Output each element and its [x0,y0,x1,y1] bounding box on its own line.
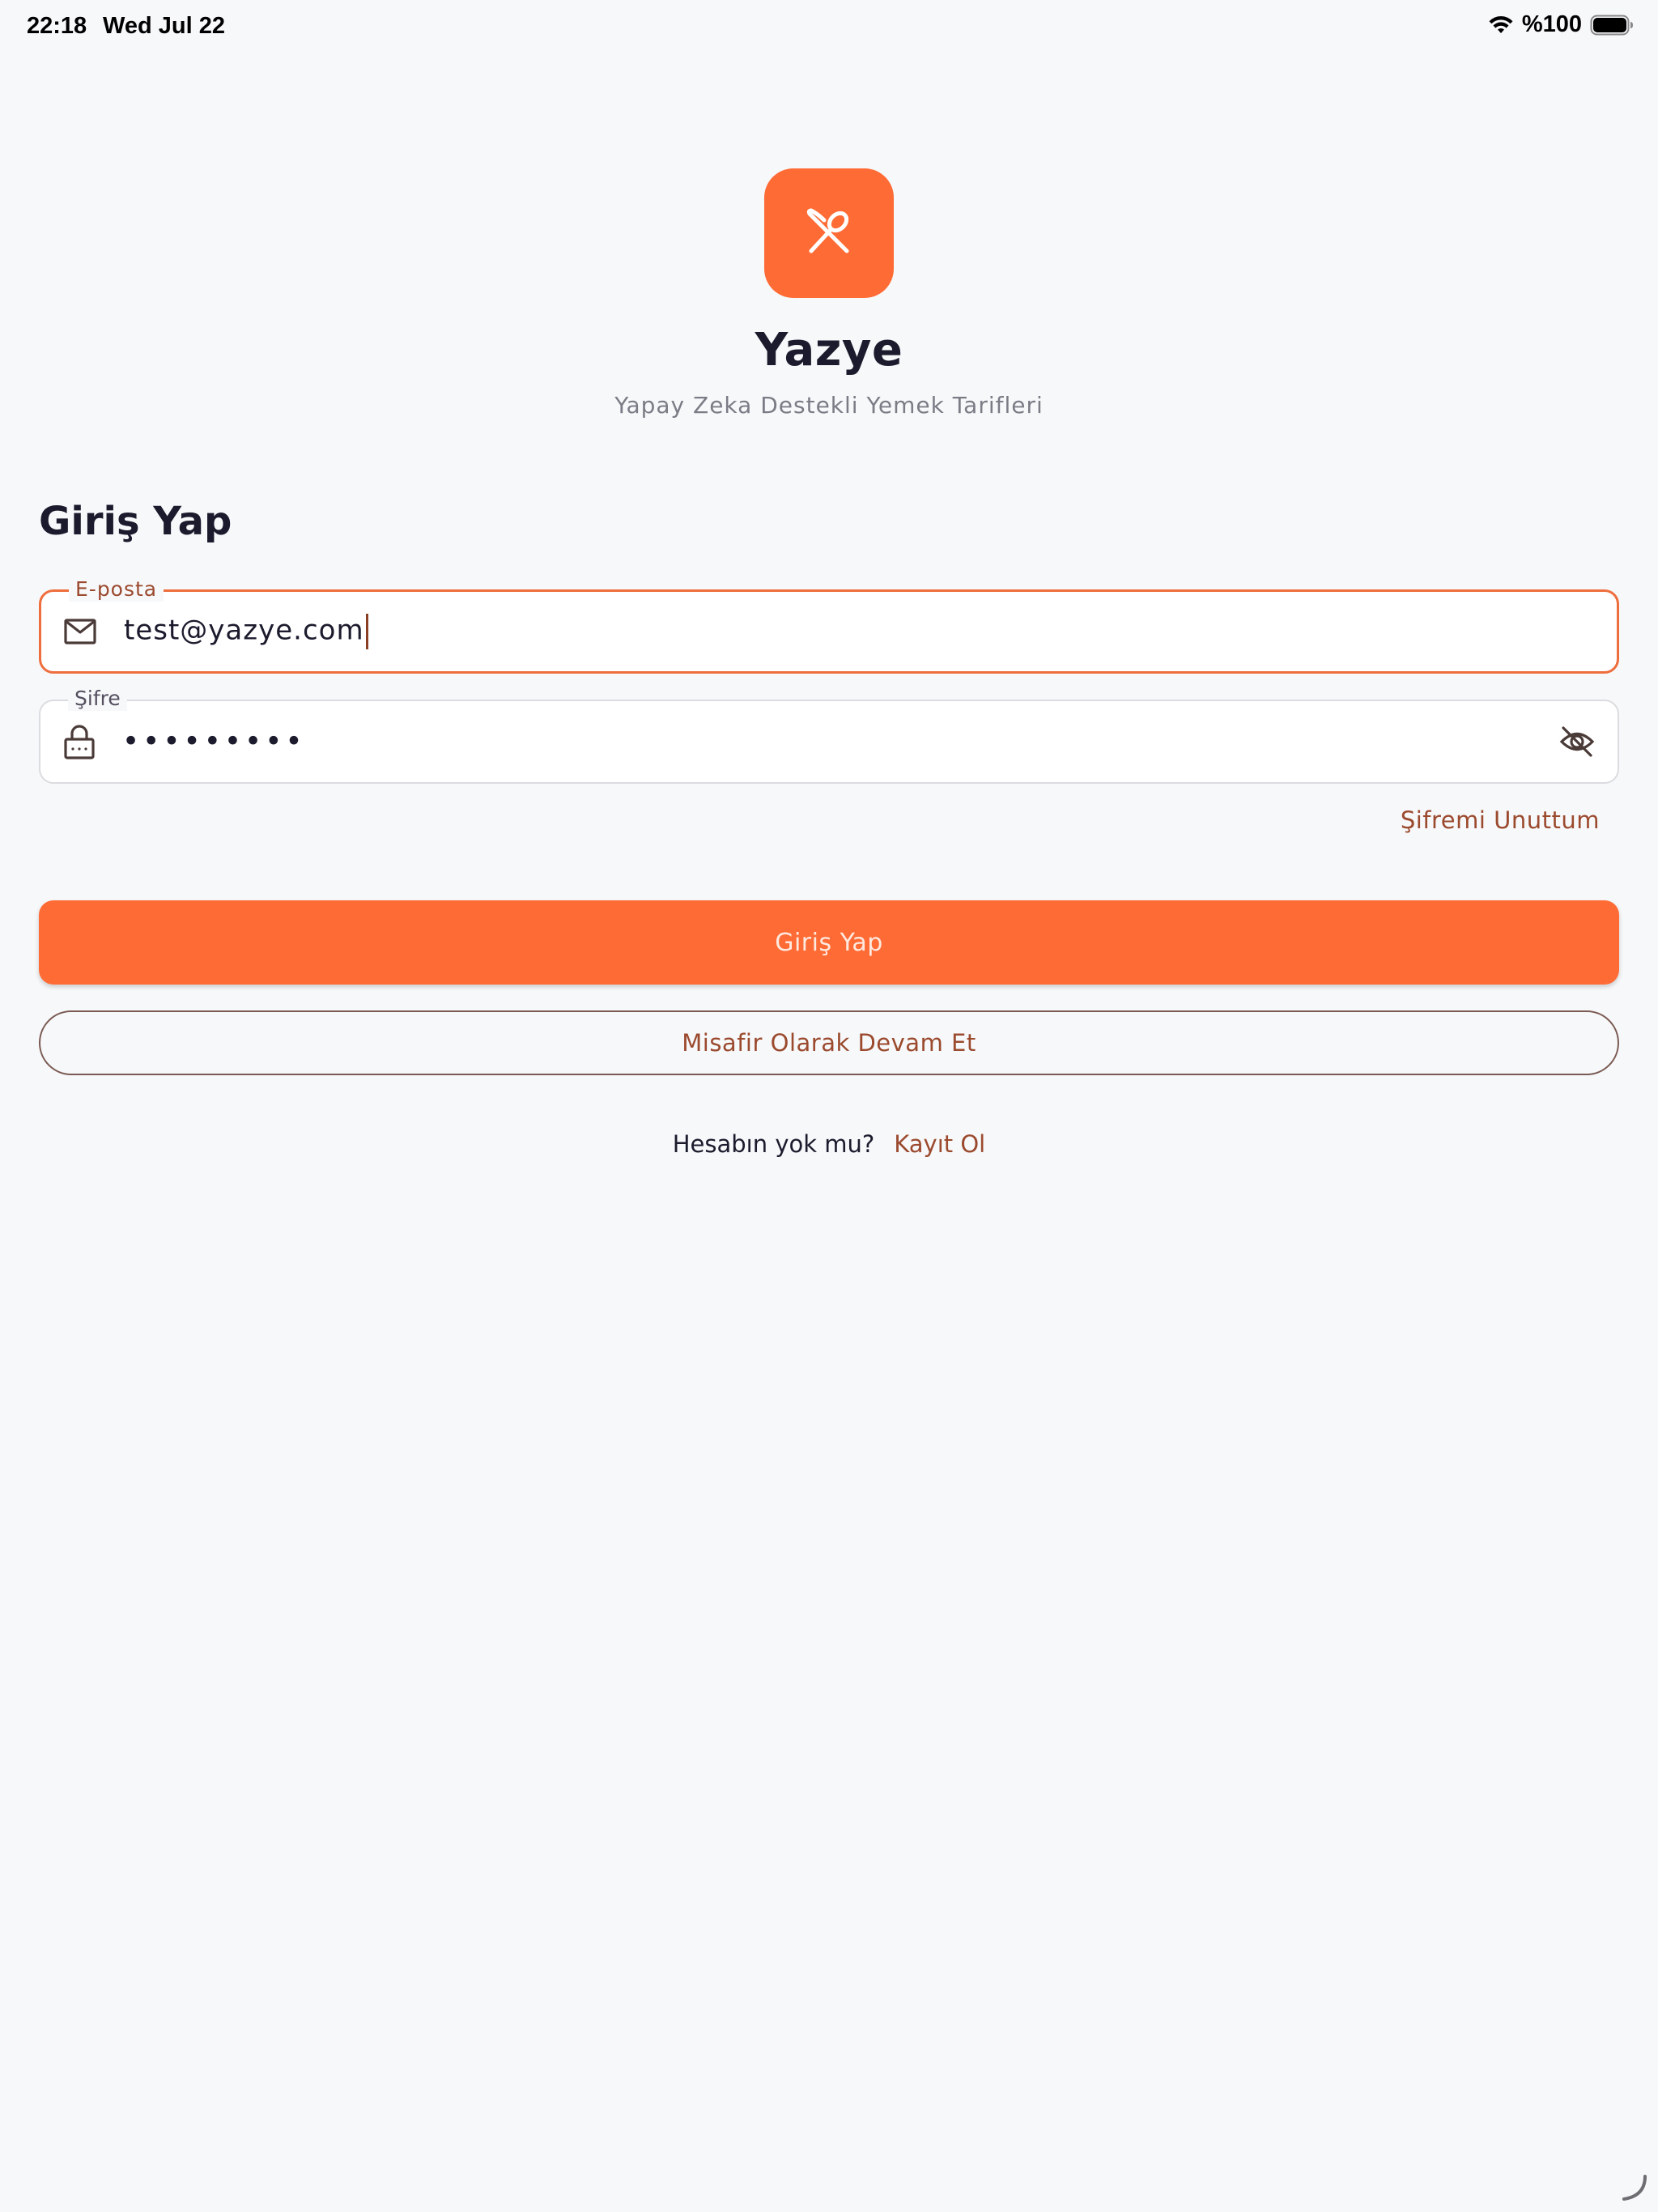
battery-icon [1590,15,1634,36]
app-title: Yazye [755,324,903,376]
register-prompt: Hesabın yok mu? [672,1130,875,1158]
password-field-label: Şifre [68,687,127,711]
password-field[interactable]: Şifre ••••••••• [39,687,1619,784]
forgot-password-link[interactable]: Şifremi Unuttum [1401,806,1600,834]
app-logo [764,168,894,298]
email-field[interactable]: E-posta test@yazye.com [39,577,1619,674]
register-link[interactable]: Kayıt Ol [894,1130,985,1158]
mail-icon [62,614,98,649]
email-field-label: E-posta [69,577,164,602]
email-value: test@yazye.com [124,614,364,647]
email-input[interactable]: test@yazye.com [124,614,368,649]
eye-off-icon[interactable] [1558,722,1596,761]
resize-handle-icon[interactable] [1618,2172,1650,2204]
text-caret [365,614,368,649]
status-indicators: %100 [1488,11,1634,38]
app-subtitle: Yapay Zeka Destekli Yemek Tarifleri [614,392,1044,419]
lock-icon [62,724,97,759]
login-heading: Giriş Yap [39,499,232,544]
password-input[interactable]: ••••••••• [123,728,307,756]
login-button[interactable]: Giriş Yap [39,900,1619,985]
status-bar: 22:18 Wed Jul 22 %100 [0,0,1658,52]
status-date: Wed Jul 22 [103,13,225,39]
battery-percent: %100 [1521,11,1582,37]
wifi-icon [1488,15,1514,35]
register-row: Hesabın yok mu? Kayıt Ol [0,1130,1658,1158]
status-time: 22:18 [27,13,87,39]
guest-button[interactable]: Misafir Olarak Devam Et [39,1010,1619,1075]
fork-knife-icon [800,202,858,264]
